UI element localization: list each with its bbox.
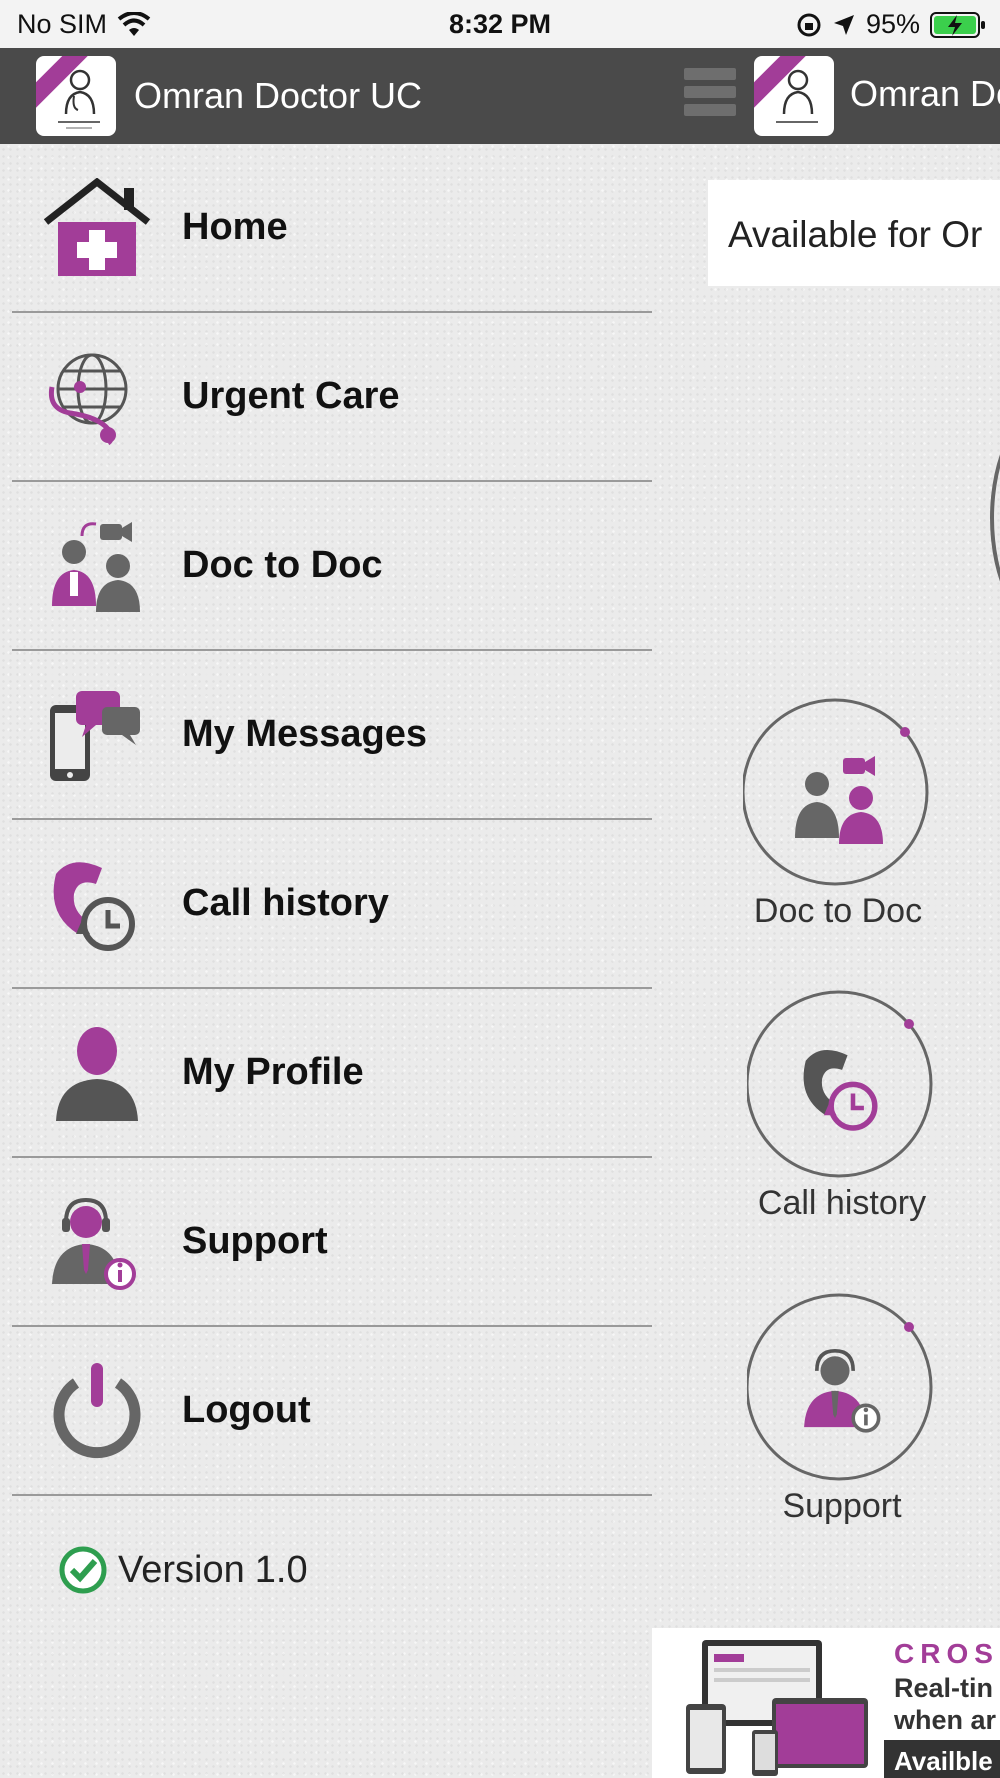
drawer-header: Omran Doctor UC (0, 48, 652, 144)
orientation-lock-icon (797, 13, 821, 36)
menu-item-call-history[interactable]: Call history (12, 820, 652, 989)
menu-label-logout: Logout (182, 1389, 311, 1431)
menu-item-home[interactable]: Home (12, 144, 652, 313)
main-title: Omran Do (850, 73, 1000, 114)
doctors-video-icon (795, 756, 883, 844)
menu-label-support: Support (182, 1220, 328, 1262)
status-circle (990, 403, 1000, 633)
menu-label-my-profile: My Profile (182, 1051, 364, 1093)
menu-label-urgent-care: Urgent Care (182, 375, 400, 417)
home-medical-icon (43, 177, 151, 276)
menu-item-support[interactable]: Support (12, 1158, 652, 1327)
availability-banner: Available for Or (708, 180, 1000, 286)
battery-percent: 95% (865, 9, 920, 39)
support-agent-icon (52, 1197, 136, 1290)
phone-chat-icon (50, 690, 140, 781)
menu-label-home: Home (182, 206, 288, 248)
version-info: Version 1.0 (58, 1545, 308, 1595)
location-arrow-icon (833, 14, 854, 35)
ad-line-2: when ar (894, 1705, 997, 1735)
version-value: 1.0 (254, 1548, 308, 1591)
menu-item-logout[interactable]: Logout (12, 1327, 652, 1496)
check-circle-icon (59, 1546, 107, 1594)
feature-label-call-history: Call history (757, 1184, 927, 1222)
doctors-video-icon (52, 521, 140, 612)
drawer-title: Omran Doctor UC (134, 75, 423, 116)
feature-label-support: Support (782, 1487, 902, 1525)
menu-label-doc-to-doc: Doc to Doc (182, 544, 383, 586)
feature-call-history[interactable]: Call history (737, 990, 947, 1223)
drawer-menu: Home Urgent Care Doc to Doc My Messages … (0, 144, 652, 1496)
menu-hamburger-icon[interactable] (684, 68, 736, 124)
devices-illustration (686, 1640, 868, 1776)
menu-item-my-profile[interactable]: My Profile (12, 989, 652, 1158)
ad-line-1: Real-tin (894, 1673, 994, 1703)
ad-headline: CROS (894, 1638, 999, 1669)
app-logo (36, 56, 116, 136)
side-drawer: Omran Doctor UC Home Urgent Care Doc to … (0, 48, 652, 1778)
version-label: Version (118, 1548, 245, 1591)
feature-support[interactable]: Support (737, 1293, 947, 1526)
menu-item-my-messages[interactable]: My Messages (12, 651, 652, 820)
ad-badge: Availble (884, 1740, 1000, 1778)
ad-banner[interactable]: CROS Real-tin when ar Availble (652, 1628, 1000, 1778)
feature-doc-to-doc[interactable]: Doc to Doc (733, 698, 943, 931)
user-profile-icon (56, 1026, 138, 1121)
menu-item-urgent-care[interactable]: Urgent Care (12, 313, 652, 482)
call-history-icon (803, 1050, 878, 1131)
app-logo-main (754, 56, 834, 136)
status-bar: No SIM 8:32 PM 95% (0, 0, 1000, 48)
support-agent-icon (804, 1348, 881, 1433)
feature-label-doc-to-doc: Doc to Doc (753, 892, 923, 930)
call-history-icon (53, 861, 135, 951)
main-header: Omran Do (652, 48, 1000, 144)
availability-text: Available for Or (728, 214, 983, 255)
main-panel: Omran Do Available for Or Doc to Doc Cal… (652, 48, 1000, 1778)
menu-label-my-messages: My Messages (182, 713, 428, 755)
globe-stethoscope-icon (48, 353, 128, 445)
battery-charging-icon (930, 11, 985, 38)
menu-item-doc-to-doc[interactable]: Doc to Doc (12, 482, 652, 651)
ad-body: Real-tin when ar (894, 1672, 996, 1736)
power-icon (53, 1362, 141, 1458)
menu-label-call-history: Call history (182, 882, 389, 924)
